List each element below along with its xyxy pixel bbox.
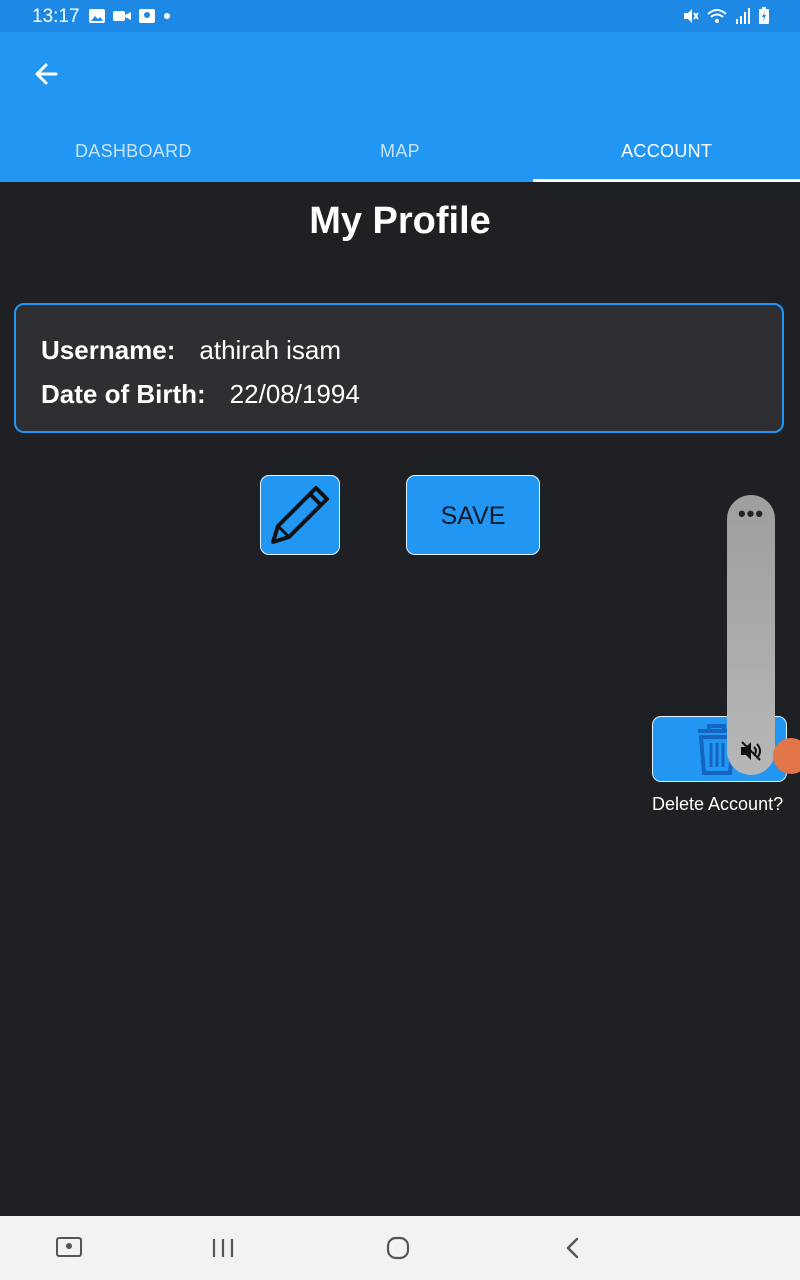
recents-icon[interactable]: [210, 1236, 236, 1260]
app-bar: DASHBOARD MAP ACCOUNT: [0, 32, 800, 182]
video-icon: [113, 11, 131, 21]
back-icon[interactable]: [562, 1236, 584, 1260]
username-value: athirah isam: [199, 335, 342, 365]
save-button[interactable]: SAVE: [406, 475, 540, 555]
page-title: My Profile: [309, 200, 491, 242]
signal-icon: [736, 8, 750, 24]
mute-icon[interactable]: [739, 739, 763, 763]
dot-icon: [164, 13, 170, 19]
username-row: Username: athirah isam: [41, 335, 341, 366]
tab-account[interactable]: ACCOUNT: [533, 132, 800, 182]
profile-card: Username: athirah isam Date of Birth: 22/0…: [14, 303, 784, 433]
home-icon[interactable]: [385, 1236, 411, 1260]
more-icon[interactable]: •••: [727, 501, 775, 527]
username-label: Username:: [41, 335, 176, 365]
battery-icon: [759, 7, 769, 24]
tab-map[interactable]: MAP: [267, 132, 534, 182]
dob-row: Date of Birth: 22/08/1994: [41, 379, 360, 410]
volume-panel[interactable]: •••: [727, 495, 775, 775]
tab-bar: DASHBOARD MAP ACCOUNT: [0, 132, 800, 182]
delete-account-label: Delete Account?: [652, 794, 784, 814]
tab-dashboard[interactable]: DASHBOARD: [0, 132, 267, 182]
status-icons-left: [88, 6, 172, 26]
arrow-left-icon: [35, 63, 58, 85]
mute-icon: [684, 9, 699, 23]
back-button[interactable]: [30, 58, 66, 90]
screen-share-icon: [139, 9, 155, 23]
system-nav-bar: [0, 1216, 800, 1280]
status-time: 13:17: [32, 6, 80, 27]
pencil-icon: [271, 486, 329, 544]
wifi-icon: [707, 9, 727, 23]
image-icon: [89, 9, 105, 23]
dob-label: Date of Birth:: [41, 379, 206, 409]
dob-value: 22/08/1994: [229, 379, 360, 409]
status-icons-right: [682, 6, 770, 26]
edit-button[interactable]: [260, 475, 340, 555]
status-bar: 13:17: [0, 0, 800, 32]
recent-screenshot-icon[interactable]: [55, 1236, 83, 1260]
